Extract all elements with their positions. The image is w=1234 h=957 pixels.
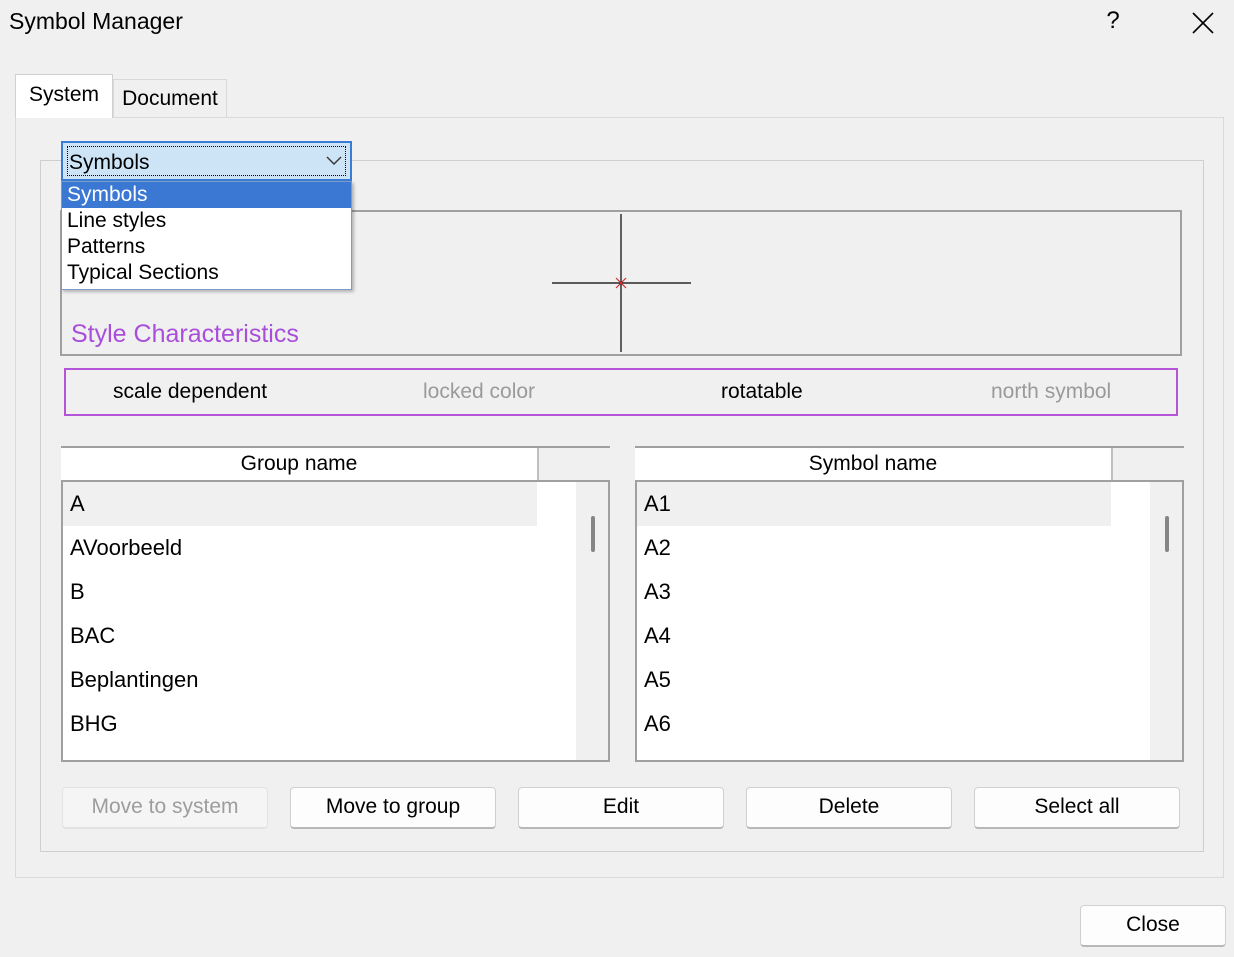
symbol-list-header-filler — [1112, 448, 1184, 482]
symbol-row[interactable]: A5 — [637, 658, 1111, 702]
dropdown-option-symbols[interactable]: Symbols — [62, 182, 351, 208]
symbol-name-column-header[interactable]: Symbol name — [635, 448, 1112, 482]
char-north-symbol: north symbol — [991, 380, 1112, 403]
symbol-list-scrollbar[interactable] — [1150, 482, 1182, 760]
dropdown-option-patterns[interactable]: Patterns — [62, 234, 351, 260]
dropdown-options-list: Symbols Line styles Patterns Typical Sec… — [61, 181, 352, 290]
group-row[interactable]: Beplantingen — [63, 658, 537, 702]
group-row[interactable]: BHG — [63, 702, 537, 746]
group-list-header-filler — [538, 448, 610, 482]
group-row[interactable]: B — [63, 570, 537, 614]
close-window-button[interactable] — [1180, 0, 1226, 46]
close-icon — [1192, 12, 1214, 34]
group-list-header-bar: Group name — [61, 446, 610, 482]
dropdown-option-typical-sections[interactable]: Typical Sections — [62, 260, 351, 286]
symbol-type-dropdown[interactable]: Symbols — [61, 141, 352, 181]
delete-button[interactable]: Delete — [746, 787, 952, 829]
edit-button[interactable]: Edit — [518, 787, 724, 829]
help-button[interactable]: ? — [1090, 0, 1136, 46]
style-characteristics-title: Style Characteristics — [71, 320, 299, 348]
symbol-list: A1 A2 A3 A4 A5 A6 — [635, 480, 1184, 762]
dropdown-option-line-styles[interactable]: Line styles — [62, 208, 351, 234]
dropdown-selected-value: Symbols — [69, 151, 150, 174]
scrollbar-thumb[interactable] — [591, 516, 595, 552]
characteristics-bar: scale dependent locked color rotatable n… — [64, 368, 1178, 416]
select-all-button[interactable]: Select all — [974, 787, 1180, 829]
window-title: Symbol Manager — [9, 8, 183, 34]
group-list-scrollbar[interactable] — [576, 482, 608, 760]
group-list: A AVoorbeeld B BAC Beplantingen BHG — [61, 480, 610, 762]
symbol-row[interactable]: A4 — [637, 614, 1111, 658]
symbol-row[interactable]: A3 — [637, 570, 1111, 614]
move-to-group-button[interactable]: Move to group — [290, 787, 496, 829]
char-scale-dependent: scale dependent — [113, 380, 268, 403]
group-row[interactable]: A — [63, 482, 537, 526]
move-to-system-button[interactable]: Move to system — [62, 787, 268, 829]
close-button[interactable]: Close — [1080, 905, 1226, 947]
group-row[interactable]: BAC — [63, 614, 537, 658]
symbol-row[interactable]: A2 — [637, 526, 1111, 570]
group-name-column-header[interactable]: Group name — [61, 448, 538, 482]
symbol-row[interactable]: A1 — [637, 482, 1111, 526]
char-rotatable: rotatable — [721, 380, 803, 403]
chevron-down-icon — [326, 156, 342, 165]
tab-system[interactable]: System — [15, 74, 113, 118]
char-locked-color: locked color — [423, 380, 536, 403]
symbol-row[interactable]: A6 — [637, 702, 1111, 746]
title-bar: Symbol Manager ? — [0, 0, 1234, 50]
symbol-list-header-bar: Symbol name — [635, 446, 1184, 482]
group-row[interactable]: AVoorbeeld — [63, 526, 537, 570]
tab-document[interactable]: Document — [113, 79, 227, 117]
scrollbar-thumb[interactable] — [1165, 516, 1169, 552]
